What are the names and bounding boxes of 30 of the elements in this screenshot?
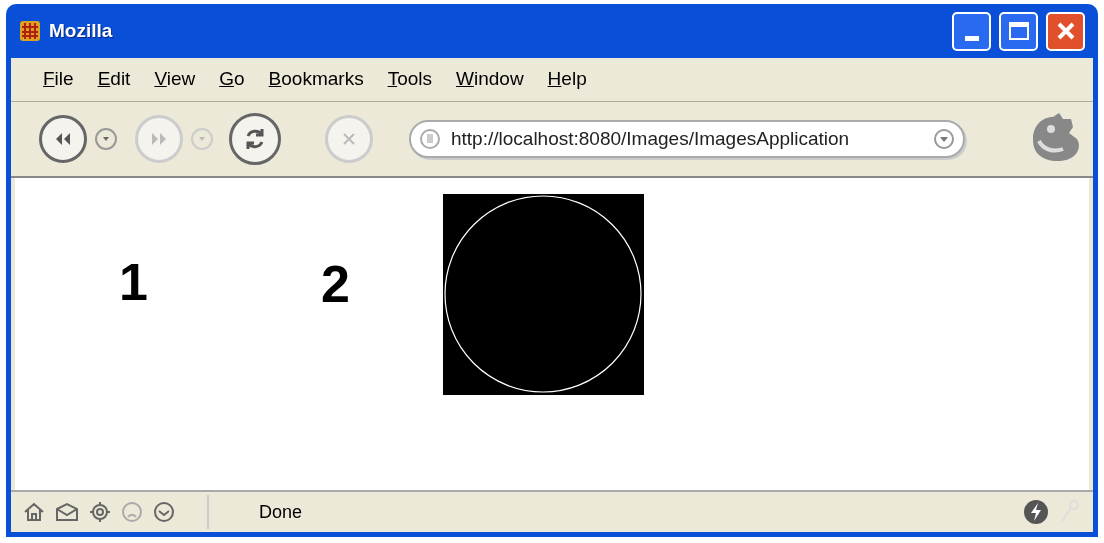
menu-item[interactable]: Go [211,65,253,94]
back-button[interactable] [39,115,87,163]
page-icon [419,128,441,150]
lightning-icon [1023,499,1049,525]
home-icon[interactable] [23,501,45,523]
menu-item[interactable]: Tools [379,65,440,94]
reload-button[interactable] [229,113,281,165]
minimize-button[interactable] [952,11,991,51]
menu-item[interactable]: Edit [89,65,139,94]
window-title: Mozilla [49,18,113,43]
close-button[interactable] [1046,11,1085,51]
menu-item[interactable]: Window [448,65,532,94]
caret-icon [198,136,206,142]
gear-icon[interactable] [89,501,111,523]
stop-icon [342,132,356,146]
digit-image: 1 [119,256,148,308]
digit-image: 2 [321,258,350,310]
forward-icon [149,131,169,147]
dropdown-button[interactable] [95,128,117,150]
caret-icon [102,136,110,142]
maximize-button[interactable] [999,11,1038,51]
menu-item[interactable]: Help [539,65,595,94]
menu-item[interactable]: File [35,65,82,94]
mail-icon[interactable] [55,501,79,523]
status-text: Done [259,500,303,524]
dropdown-icon[interactable] [933,128,955,150]
app-icon [19,20,41,42]
address-field[interactable]: http://localhost:8080/Images/ImagesApplication [409,120,965,158]
menu-item[interactable]: View [146,65,204,94]
menu-item[interactable]: Bookmarks [260,65,372,94]
